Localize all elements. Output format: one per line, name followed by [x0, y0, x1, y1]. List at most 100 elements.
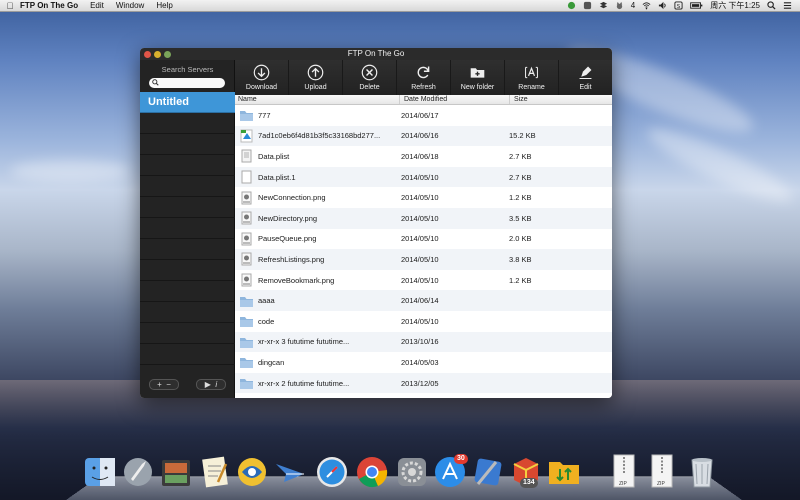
- input-method-icon[interactable]: S: [674, 1, 683, 10]
- menubar-clock[interactable]: 周六 下午1:25: [710, 0, 760, 11]
- connect-info-button[interactable]: ▶ i: [196, 379, 226, 390]
- text-editor-icon[interactable]: [196, 452, 232, 490]
- upload-button[interactable]: Upload: [289, 60, 343, 95]
- photo-app-icon[interactable]: [158, 452, 194, 490]
- trash-icon[interactable]: [684, 452, 720, 490]
- search-servers-input[interactable]: [149, 78, 225, 88]
- file-name-cell: RefreshListings.png: [235, 252, 399, 266]
- upload-label: Upload: [304, 84, 327, 91]
- file-row[interactable]: 777 2014/06/17: [235, 105, 612, 126]
- tool-status-icon[interactable]: [583, 1, 592, 10]
- empty-server-row: [140, 197, 235, 218]
- apple-menu-icon[interactable]: : [0, 1, 20, 11]
- file-row[interactable]: aaaa 2014/06/14: [235, 290, 612, 311]
- wifi-icon[interactable]: [642, 1, 651, 10]
- file-row[interactable]: xr-xr-x 2 fututime fututime... 2013/12/05: [235, 372, 612, 394]
- window-titlebar[interactable]: FTP On The Go: [140, 48, 612, 60]
- edit-label: Edit: [579, 84, 592, 91]
- new-folder-button[interactable]: New folder: [451, 60, 505, 95]
- folder-sync-icon[interactable]: [546, 452, 582, 490]
- ftp-app-icon[interactable]: [234, 452, 270, 490]
- file-size: 15.2 KB: [509, 131, 536, 141]
- spotlight-search-icon[interactable]: [767, 1, 776, 10]
- folder-icon: [240, 358, 253, 369]
- file-row[interactable]: RefreshListings.png 2014/05/10 3.8 KB: [235, 249, 612, 270]
- xcode-icon[interactable]: [470, 452, 506, 490]
- dropbox-icon[interactable]: [599, 1, 608, 10]
- launchpad-icon[interactable]: [120, 452, 156, 490]
- menu-window[interactable]: Window: [116, 1, 144, 10]
- file-date: 2014/06/14: [401, 296, 439, 306]
- size-column-header[interactable]: Size: [509, 95, 612, 104]
- image-file-icon: [241, 191, 252, 205]
- file-name: Data.plist.1: [258, 172, 296, 182]
- toolbar: Download Upload Delete Refresh New folde…: [235, 60, 612, 95]
- remove-server-label[interactable]: −: [166, 380, 171, 389]
- minimize-window-button[interactable]: [154, 51, 161, 58]
- file-row[interactable]: RemoveBookmark.png 2014/05/10 1.2 KB: [235, 270, 612, 291]
- file-date: 2014/05/03: [401, 357, 439, 367]
- file-name: dingcan: [258, 357, 285, 367]
- chrome-icon[interactable]: [354, 452, 390, 490]
- info-icon[interactable]: i: [215, 380, 217, 389]
- file-name-cell: Data.plist: [235, 149, 399, 163]
- empty-server-row: [140, 281, 235, 302]
- file-date: 2014/05/10: [401, 234, 439, 244]
- file-row[interactable]: Data.plist.1 2014/05/10 2.7 KB: [235, 166, 612, 188]
- rename-button[interactable]: Rename: [505, 60, 559, 95]
- file-name: PauseQueue.png: [258, 234, 317, 244]
- app-file-icon: [240, 129, 253, 143]
- file-date: 2014/05/10: [401, 275, 439, 285]
- refresh-button[interactable]: Refresh: [397, 60, 451, 95]
- document-icon: [241, 170, 252, 184]
- file-row[interactable]: dingcan 2014/05/03: [235, 352, 612, 373]
- system-preferences-icon[interactable]: [394, 452, 430, 490]
- status-count[interactable]: 4: [631, 1, 635, 10]
- file-name: Data.plist: [258, 151, 290, 161]
- close-window-button[interactable]: [144, 51, 151, 58]
- download-button[interactable]: Download: [235, 60, 289, 95]
- image-file-icon: [241, 273, 252, 287]
- file-date: 2014/05/10: [401, 213, 439, 223]
- file-row[interactable]: NewDirectory.png 2014/05/10 3.5 KB: [235, 207, 612, 229]
- cat-icon[interactable]: [615, 1, 624, 10]
- file-name-cell: xr-xr-x 3 fututime fututime...: [235, 335, 399, 349]
- file-row[interactable]: NewConnection.png 2014/05/10 1.2 KB: [235, 187, 612, 208]
- search-icon: [152, 79, 159, 86]
- add-remove-server-button[interactable]: + −: [149, 379, 179, 390]
- date-column-header[interactable]: Date Modified: [399, 95, 509, 104]
- menu-app-name[interactable]: FTP On The Go: [20, 1, 78, 10]
- edit-button[interactable]: Edit: [559, 60, 612, 95]
- name-column-header[interactable]: Name: [235, 95, 399, 104]
- folder-icon: [240, 337, 253, 348]
- file-row[interactable]: code 2014/05/10: [235, 311, 612, 332]
- notification-center-icon[interactable]: [783, 1, 792, 10]
- file-row[interactable]: xr-xr-x 3 fututime fututime... 2013/10/16: [235, 331, 612, 353]
- empty-server-row: [140, 155, 235, 176]
- file-row[interactable]: Data.plist 2014/06/18 2.7 KB: [235, 146, 612, 167]
- file-name: 777: [258, 110, 271, 120]
- play-icon[interactable]: ▶: [205, 380, 211, 389]
- new-folder-icon: [470, 68, 485, 78]
- file-name-cell: NewDirectory.png: [235, 211, 399, 225]
- file-row[interactable]: PauseQueue.png 2014/05/10 2.0 KB: [235, 229, 612, 250]
- menu-edit[interactable]: Edit: [90, 1, 104, 10]
- add-server-label[interactable]: +: [157, 380, 162, 389]
- file-name-cell: RemoveBookmark.png: [235, 273, 399, 287]
- file-row[interactable]: 7ad1c0eb6f4d81b3f5c33168bd277... 2014/06/…: [235, 125, 612, 147]
- upload-icon: [307, 64, 324, 81]
- server-item-untitled[interactable]: Untitled: [140, 92, 235, 113]
- safari-icon[interactable]: [314, 452, 350, 490]
- sync-status-icon[interactable]: [567, 1, 576, 10]
- file-name-cell: 777: [235, 108, 399, 122]
- empty-server-row: [140, 344, 235, 365]
- paper-plane-icon[interactable]: [272, 452, 308, 490]
- menu-help[interactable]: Help: [156, 1, 172, 10]
- file-name: NewDirectory.png: [258, 213, 318, 223]
- finder-icon[interactable]: [82, 452, 118, 490]
- battery-icon[interactable]: [690, 1, 703, 10]
- zoom-window-button[interactable]: [164, 51, 171, 58]
- delete-button[interactable]: Delete: [343, 60, 397, 95]
- app-store-badge: 30: [454, 454, 468, 464]
- volume-icon[interactable]: [658, 1, 667, 10]
